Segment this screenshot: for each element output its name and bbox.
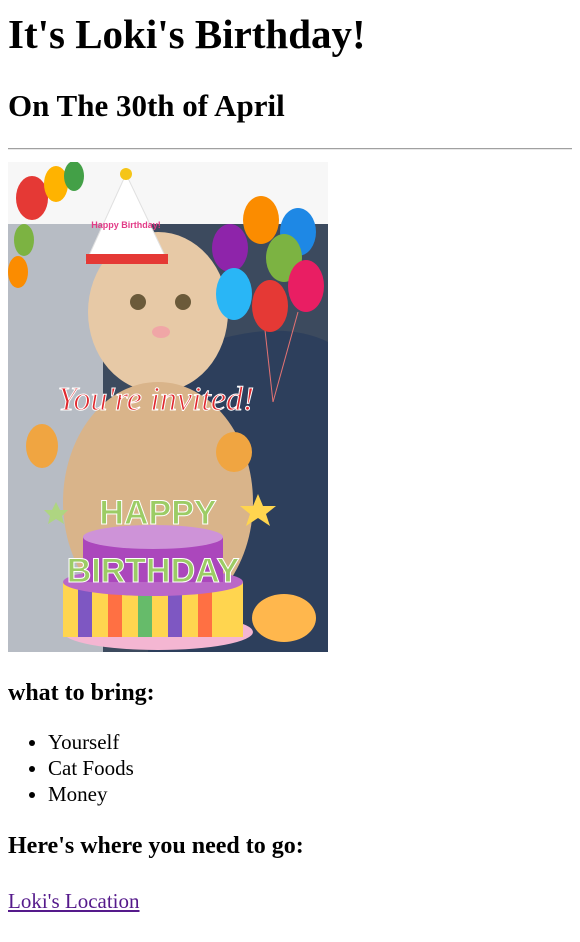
cake-text-top: HAPPY xyxy=(99,494,216,532)
list-item: Money xyxy=(48,781,572,807)
hat-text: Happy Birthday! xyxy=(91,220,161,230)
invited-text: You're invited! xyxy=(58,381,254,418)
bring-list: Yourself Cat Foods Money xyxy=(8,729,572,807)
birthday-invitation-image: Happy Birthday! You're invited! HAPPY BI… xyxy=(8,162,328,652)
location-heading: Here's where you need to go: xyxy=(8,833,304,859)
page-content: It's Loki's Birthday! On The 30th of Apr… xyxy=(0,0,580,914)
divider xyxy=(8,148,572,150)
bring-heading: what to bring: xyxy=(8,680,155,706)
page-subtitle: On The 30th of April xyxy=(8,88,285,123)
list-item: Cat Foods xyxy=(48,755,572,781)
location-link[interactable]: Loki's Location xyxy=(8,888,140,914)
cake-text-bottom: BIRTHDAY xyxy=(67,552,240,590)
list-item: Yourself xyxy=(48,729,572,755)
page-title: It's Loki's Birthday! xyxy=(8,11,366,57)
